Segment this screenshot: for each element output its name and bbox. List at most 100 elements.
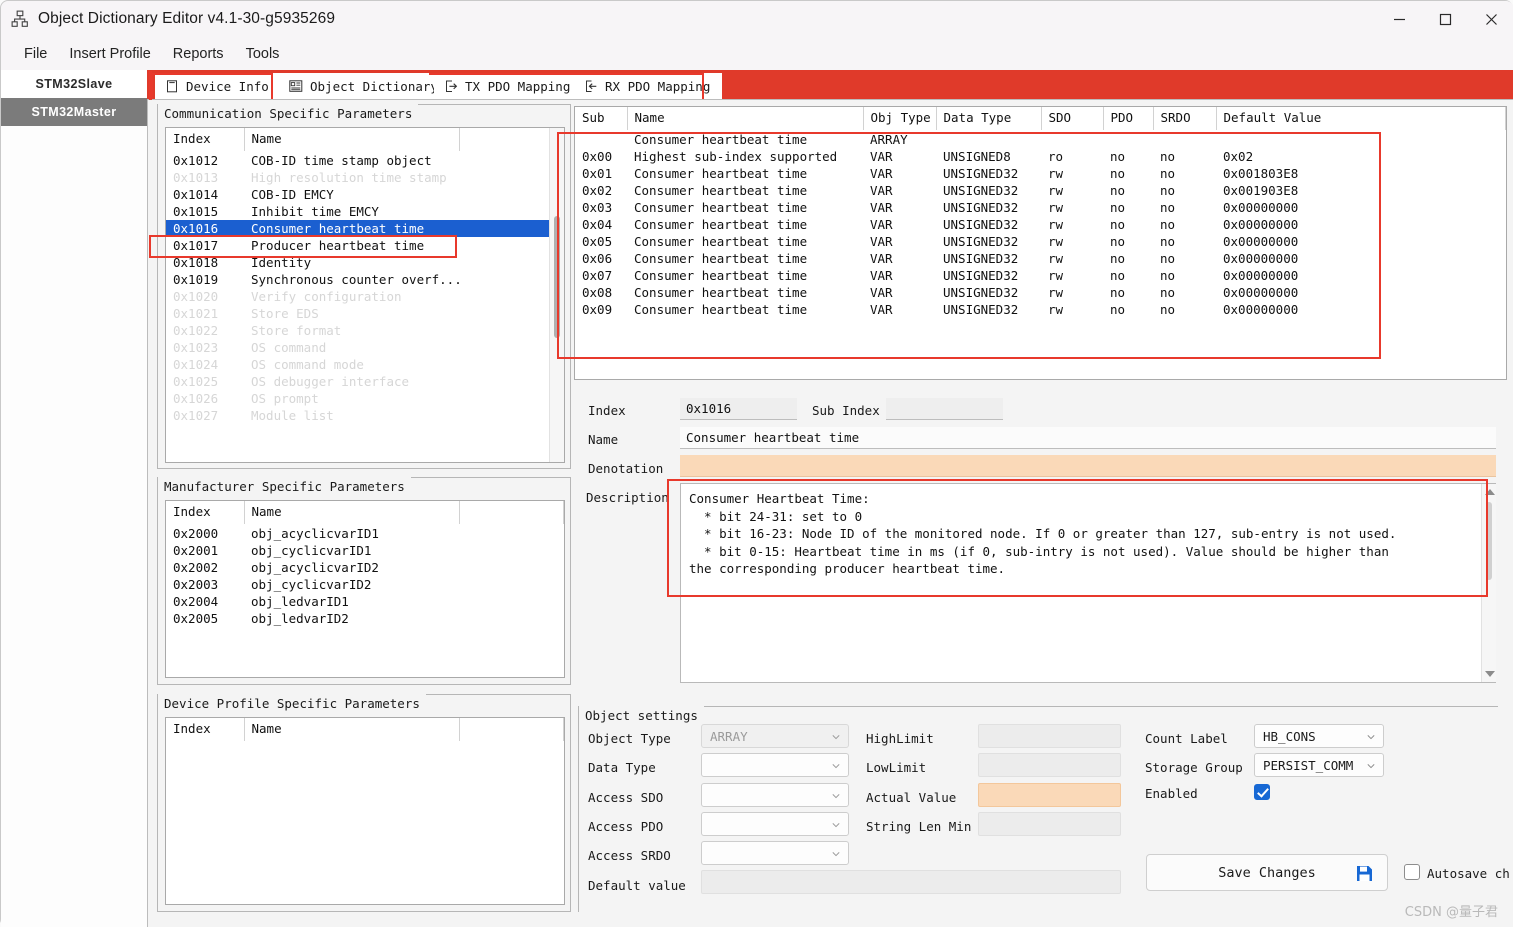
menu-item-file[interactable]: File bbox=[13, 42, 58, 66]
close-icon[interactable] bbox=[1468, 1, 1513, 37]
table-row[interactable]: 0x1017 Producer heartbeat time bbox=[166, 237, 564, 254]
minimize-icon[interactable] bbox=[1376, 1, 1422, 37]
maximize-icon[interactable] bbox=[1422, 1, 1468, 37]
table-row[interactable]: 0x1021 Store EDS bbox=[166, 305, 564, 322]
menu-item-tools[interactable]: Tools bbox=[235, 42, 291, 66]
table-row[interactable]: 0x1015 Inhibit time EMCY bbox=[166, 203, 564, 220]
actual-value-field[interactable] bbox=[978, 783, 1121, 807]
comm-table-scrollbar[interactable] bbox=[549, 128, 564, 462]
cell-spacer bbox=[459, 305, 564, 322]
name-field[interactable]: Consumer heartbeat time bbox=[680, 427, 1496, 449]
scroll-down-arrow[interactable] bbox=[1485, 671, 1495, 677]
communication-parameters-table[interactable]: Index Name 0x1012 COB-ID time stamp objec… bbox=[165, 127, 565, 463]
sub-index-field[interactable] bbox=[886, 398, 1003, 420]
default-value-field[interactable] bbox=[701, 870, 1121, 894]
cell-spacer bbox=[459, 339, 564, 356]
tab-device-info[interactable]: Device Info bbox=[155, 73, 290, 99]
table-row[interactable]: 0x03 Consumer heartbeat time VAR UNSIGNED32… bbox=[575, 199, 1506, 216]
cell-spacer bbox=[459, 220, 564, 237]
cell-obj-type: VAR bbox=[870, 251, 893, 266]
tab-tx-pdo-mapping[interactable]: TX PDO Mapping bbox=[434, 73, 582, 99]
enabled-checkbox[interactable] bbox=[1254, 784, 1270, 800]
cell-spacer bbox=[459, 271, 564, 288]
table-row[interactable]: 0x1013 High resolution time stamp bbox=[166, 169, 564, 186]
cell-data-type: UNSIGNED8 bbox=[943, 149, 1011, 164]
data-type-combo[interactable] bbox=[701, 753, 849, 777]
denotation-field[interactable] bbox=[680, 455, 1496, 477]
manufacturer-parameters-table[interactable]: Index Name 0x2000 obj_acyclicvarID1 0x2001… bbox=[165, 500, 565, 678]
table-row[interactable]: 0x2003 obj_cyclicvarID2 bbox=[166, 576, 564, 593]
count-label-combo[interactable]: HB_CONS bbox=[1254, 724, 1384, 748]
table-row[interactable]: 0x2002 obj_acyclicvarID2 bbox=[166, 559, 564, 576]
menu-item-reports[interactable]: Reports bbox=[162, 42, 235, 66]
scroll-up-arrow[interactable] bbox=[1485, 489, 1495, 495]
access-sdo-combo[interactable] bbox=[701, 783, 849, 807]
cell-sdo: rw bbox=[1048, 183, 1064, 198]
profile-tab-stm32master[interactable]: STM32Master bbox=[1, 98, 147, 126]
column-header-obj-type[interactable]: Obj Type bbox=[863, 107, 937, 131]
scroll-thumb[interactable] bbox=[1486, 502, 1492, 580]
object-type-combo[interactable]: ARRAY bbox=[701, 724, 849, 748]
column-header-index[interactable]: Index bbox=[166, 718, 245, 742]
table-row[interactable]: 0x05 Consumer heartbeat time VAR UNSIGNED32… bbox=[575, 233, 1506, 250]
table-row[interactable]: 0x1019 Synchronous counter overf... bbox=[166, 271, 564, 288]
cell-sub: 0x07 bbox=[582, 268, 613, 283]
autosave-checkbox[interactable] bbox=[1404, 864, 1420, 880]
table-row[interactable]: 0x1014 COB-ID EMCY bbox=[166, 186, 564, 203]
device-profile-parameters-table[interactable]: Index Name bbox=[165, 717, 565, 905]
string-len-min-field[interactable] bbox=[978, 812, 1121, 836]
profile-tab-stm32slave[interactable]: STM32Slave bbox=[1, 70, 147, 98]
column-header-data-type[interactable]: Data Type bbox=[936, 107, 1042, 131]
column-header-sub[interactable]: Sub bbox=[575, 107, 628, 131]
access-srdo-combo[interactable] bbox=[701, 841, 849, 865]
table-row[interactable]: 0x08 Consumer heartbeat time VAR UNSIGNED32… bbox=[575, 284, 1506, 301]
column-header-pdo[interactable]: PDO bbox=[1103, 107, 1154, 131]
table-row[interactable]: 0x04 Consumer heartbeat time VAR UNSIGNED32… bbox=[575, 216, 1506, 233]
access-pdo-label: Access PDO bbox=[588, 819, 664, 834]
index-field[interactable]: 0x1016 bbox=[680, 398, 797, 420]
table-row[interactable]: 0x09 Consumer heartbeat time VAR UNSIGNED32… bbox=[575, 301, 1506, 318]
table-row[interactable]: 0x2005 obj_ledvarID2 bbox=[166, 610, 564, 627]
subindex-table[interactable]: Sub Name Obj Type Data Type SDO PDO SRDO… bbox=[574, 106, 1507, 380]
description-field[interactable]: Consumer Heartbeat Time: * bit 24-31: se… bbox=[680, 483, 1496, 683]
save-changes-button[interactable]: Save Changes bbox=[1146, 854, 1388, 891]
table-row[interactable]: 0x1020 Verify configuration bbox=[166, 288, 564, 305]
table-row[interactable]: 0x1023 OS command bbox=[166, 339, 564, 356]
description-scrollbar[interactable] bbox=[1481, 484, 1496, 682]
table-row[interactable]: 0x1016 Consumer heartbeat time bbox=[166, 220, 564, 237]
low-limit-field[interactable] bbox=[978, 753, 1121, 777]
table-row[interactable]: 0x1027 Module list bbox=[166, 407, 564, 424]
table-row[interactable]: 0x1026 OS prompt bbox=[166, 390, 564, 407]
table-row[interactable]: 0x1012 COB-ID time stamp object bbox=[166, 152, 564, 170]
column-header-name[interactable]: Name bbox=[627, 107, 864, 131]
table-row[interactable]: 0x01 Consumer heartbeat time VAR UNSIGNED32… bbox=[575, 165, 1506, 182]
table-row[interactable]: 0x1025 OS debugger interface bbox=[166, 373, 564, 390]
table-row[interactable]: 0x1024 OS command mode bbox=[166, 356, 564, 373]
column-header-default-value[interactable]: Default Value bbox=[1216, 107, 1506, 131]
column-header-name[interactable]: Name bbox=[244, 718, 460, 742]
access-pdo-combo[interactable] bbox=[701, 812, 849, 836]
table-row[interactable]: 0x00 Highest sub-index supported VAR UNSIGN… bbox=[575, 148, 1506, 165]
column-header-sdo[interactable]: SDO bbox=[1041, 107, 1104, 131]
menu-item-insert-profile[interactable]: Insert Profile bbox=[58, 42, 161, 66]
table-row[interactable]: 0x2004 obj_ledvarID1 bbox=[166, 593, 564, 610]
table-row[interactable]: 0x2000 obj_acyclicvarID1 bbox=[166, 525, 564, 543]
scroll-thumb[interactable] bbox=[554, 216, 560, 338]
column-header-name[interactable]: Name bbox=[244, 128, 460, 152]
table-row[interactable]: 0x06 Consumer heartbeat time VAR UNSIGNED32… bbox=[575, 250, 1506, 267]
storage-group-combo[interactable]: PERSIST_COMM bbox=[1254, 753, 1384, 777]
column-header-name[interactable]: Name bbox=[244, 501, 460, 525]
tab-rx-pdo-mapping[interactable]: RX PDO Mapping bbox=[574, 73, 722, 99]
cell-index: 0x1022 bbox=[173, 323, 219, 338]
high-limit-field[interactable] bbox=[978, 724, 1121, 748]
group-title: Manufacturer Specific Parameters bbox=[158, 477, 411, 496]
table-row[interactable]: 0x07 Consumer heartbeat time VAR UNSIGNED32… bbox=[575, 267, 1506, 284]
table-row[interactable]: 0x02 Consumer heartbeat time VAR UNSIGNED32… bbox=[575, 182, 1506, 199]
table-row[interactable]: 0x1018 Identity bbox=[166, 254, 564, 271]
table-row[interactable]: Consumer heartbeat time ARRAY bbox=[575, 131, 1506, 149]
column-header-srdo[interactable]: SRDO bbox=[1153, 107, 1217, 131]
table-row[interactable]: 0x1022 Store format bbox=[166, 322, 564, 339]
table-row[interactable]: 0x2001 obj_cyclicvarID1 bbox=[166, 542, 564, 559]
column-header-index[interactable]: Index bbox=[166, 128, 245, 152]
column-header-index[interactable]: Index bbox=[166, 501, 245, 525]
